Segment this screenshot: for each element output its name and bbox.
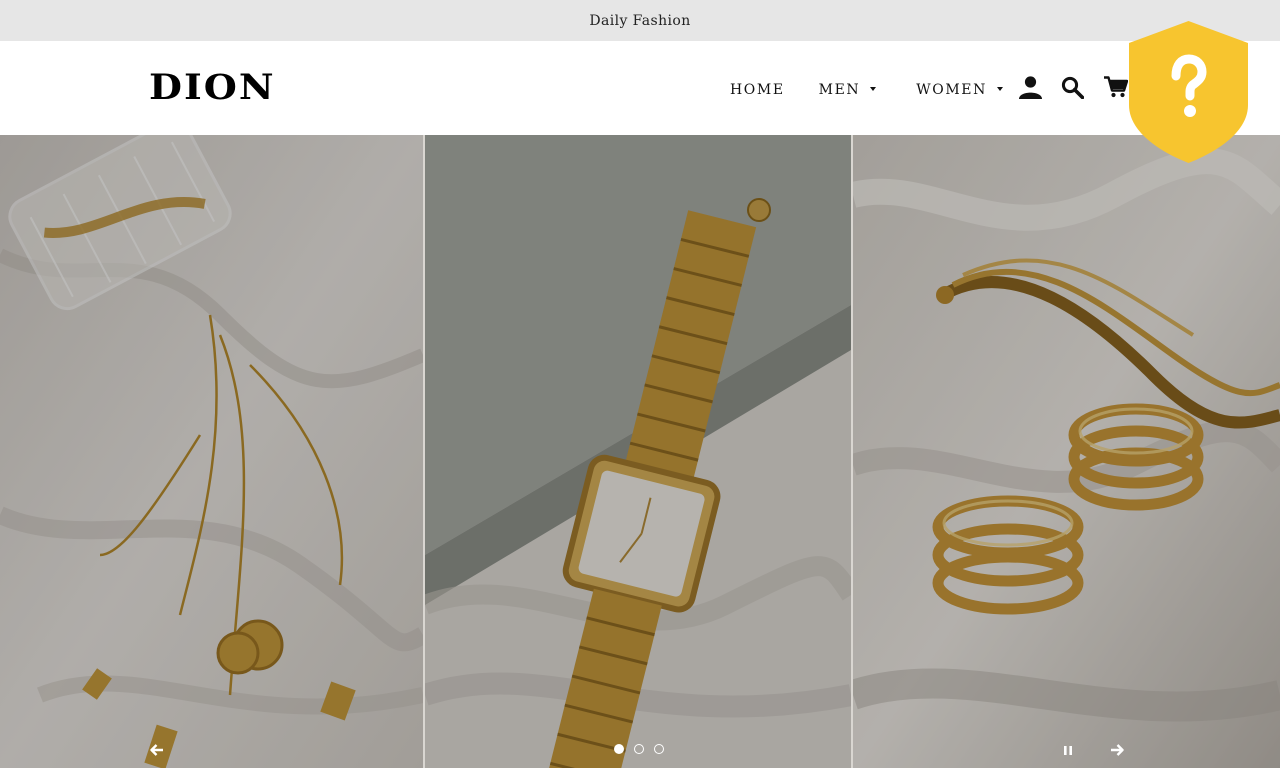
slide-dot-1[interactable] [614,744,624,754]
cart-button[interactable] [1104,76,1128,98]
slide-prev-button[interactable] [146,739,168,761]
slide-image-necklaces [0,135,423,768]
chevron-down-icon [870,87,877,91]
slide-dot-2[interactable] [634,744,644,754]
cart-icon [1104,76,1128,98]
slide-image-rings [853,135,1280,768]
slide-image-watch [425,135,851,768]
nav-home-label: HOME [730,82,785,98]
slide-dot-3[interactable] [654,744,664,754]
account-icon [1019,76,1042,99]
search-button[interactable] [1061,76,1084,99]
hero-slideshow [0,135,1280,768]
pause-icon [1064,745,1072,755]
nav-women-label: WOMEN [916,82,987,98]
main-nav: HOME MEN WOMEN [730,79,1003,101]
slide-dots [614,744,664,754]
shield-question-icon[interactable] [1127,19,1250,165]
nav-men[interactable]: MEN [819,79,877,101]
search-icon [1061,76,1084,99]
arrow-left-icon [150,744,163,756]
nav-women[interactable]: WOMEN [916,79,1003,101]
announcement-text: Daily Fashion [589,12,691,29]
nav-home[interactable]: HOME [730,79,785,101]
site-logo[interactable]: DION [149,65,276,109]
announcement-bar: Daily Fashion [0,0,1280,41]
slide-pause-button[interactable] [1058,740,1078,760]
arrow-right-icon [1111,744,1124,756]
slide-next-button[interactable] [1106,739,1128,761]
chevron-down-icon [996,87,1003,91]
nav-men-label: MEN [818,82,861,98]
account-button[interactable] [1018,75,1043,100]
site-header: DION HOME MEN WOMEN [0,41,1280,135]
